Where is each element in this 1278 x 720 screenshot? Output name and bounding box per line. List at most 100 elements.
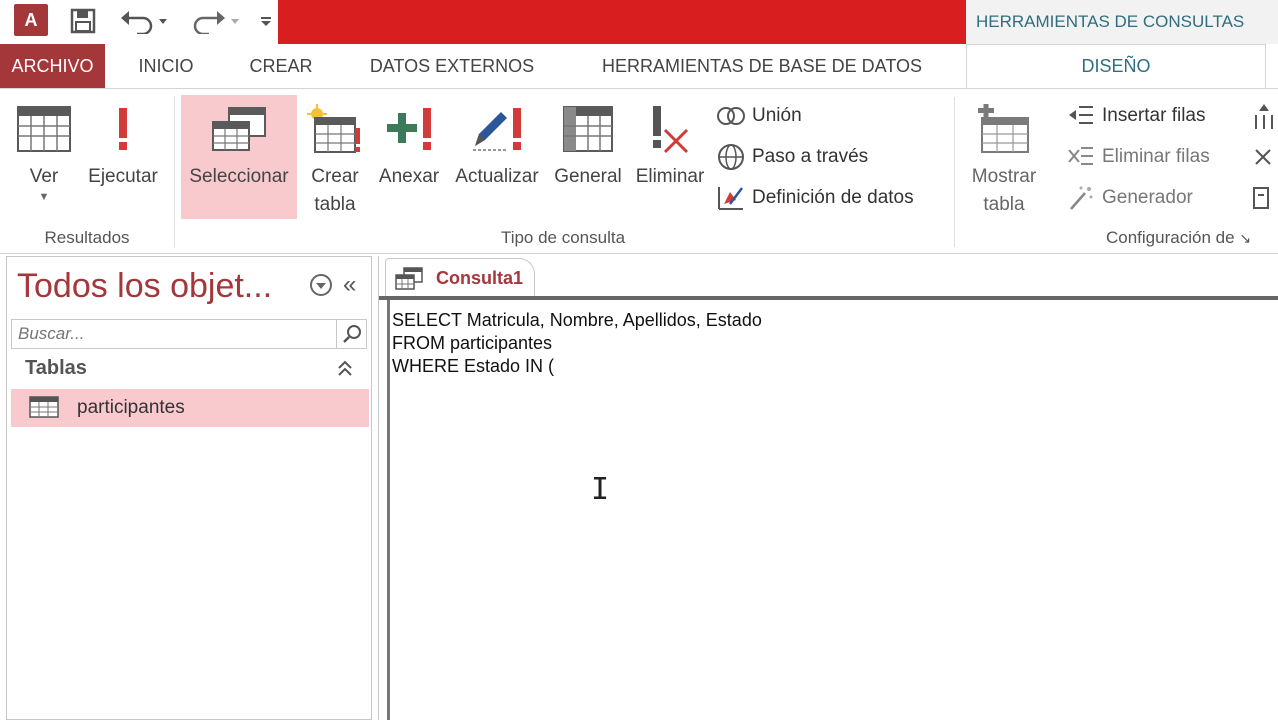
tab-datos-externos[interactable]: DATOS EXTERNOS: [352, 44, 552, 88]
delete-rows-icon: [1066, 142, 1096, 172]
data-definition-icon: [716, 183, 746, 213]
nav-item-participantes[interactable]: participantes: [11, 389, 369, 427]
tab-herramientas-bd[interactable]: HERRAMIENTAS DE BASE DE DATOS: [578, 44, 946, 88]
seleccionar-button[interactable]: Seleccionar: [181, 95, 297, 219]
nav-menu-dropdown-icon[interactable]: [309, 273, 333, 297]
select-query-icon: [181, 95, 297, 163]
group-resultados-label: Resultados: [44, 228, 130, 247]
search-icon[interactable]: [336, 320, 366, 348]
insertar-filas-label: Insertar filas: [1102, 105, 1206, 126]
builder-wand-icon: [1066, 183, 1096, 213]
paso-a-traves-button[interactable]: Paso a través: [716, 140, 868, 174]
insertar-columnas-button[interactable]: [1250, 99, 1278, 133]
crear-tabla-label-1: Crear: [311, 166, 359, 187]
tab-label: DATOS EXTERNOS: [369, 55, 535, 76]
nav-search-box: [11, 319, 367, 349]
app-logo-letter: A: [24, 9, 38, 30]
ribbon: Ver ▼ Ejecutar Resultados Seleccionar Cr…: [0, 88, 1278, 254]
actualizar-button[interactable]: Actualizar: [448, 95, 546, 219]
crear-tabla-button[interactable]: Crear tabla: [300, 95, 370, 219]
nav-item-label: participantes: [77, 397, 185, 418]
insert-columns-icon: [1250, 101, 1278, 131]
save-icon[interactable]: [66, 6, 100, 36]
union-icon: [716, 101, 746, 131]
devolver-button[interactable]: [1250, 181, 1278, 215]
datasheet-view-icon: [8, 95, 80, 163]
crear-tabla-label-2: tabla: [314, 194, 356, 215]
delete-columns-icon: [1250, 142, 1278, 172]
document-tab-label: Consulta1: [436, 268, 524, 288]
nav-group-tablas[interactable]: Tablas: [11, 355, 367, 385]
general-button[interactable]: General: [550, 95, 626, 219]
i-beam-cursor-icon: I: [591, 472, 610, 507]
group-configuracion-text: Configuración de: [1106, 228, 1235, 247]
union-button[interactable]: Unión: [716, 99, 802, 133]
generador-button[interactable]: Generador: [1066, 181, 1193, 215]
eliminar-filas-button[interactable]: Eliminar filas: [1066, 140, 1210, 174]
group-tipo-consulta-label: Tipo de consulta: [500, 228, 626, 247]
ribbon-tab-row: ARCHIVO INICIO CREAR DATOS EXTERNOS HERR…: [0, 44, 1278, 88]
tab-label: DISEÑO: [1081, 56, 1151, 76]
customize-qat-icon[interactable]: [256, 6, 276, 36]
ejecutar-label: Ejecutar: [88, 166, 158, 187]
generador-label: Generador: [1102, 187, 1193, 208]
update-query-icon: [448, 95, 546, 163]
seleccionar-label: Seleccionar: [189, 166, 289, 187]
tab-crear[interactable]: CREAR: [236, 44, 326, 88]
query-icon: [394, 267, 424, 296]
mostrar-tabla-label-1: Mostrar: [971, 166, 1037, 187]
delete-query-icon: [630, 95, 710, 163]
title-bar: A HERRAMIENTAS DE CONSULTAS: [0, 0, 1278, 44]
return-values-icon: [1250, 183, 1278, 213]
chevron-up-double-icon: [337, 359, 353, 382]
sql-line: SELECT Matricula, Nombre, Apellidos, Est…: [392, 310, 762, 330]
dialog-launcher-icon[interactable]: ↘: [1239, 230, 1251, 246]
document-tab-consulta1[interactable]: Consulta1: [385, 258, 535, 298]
ejecutar-button[interactable]: Ejecutar: [82, 95, 164, 219]
group-separator: [174, 97, 175, 247]
sql-editor[interactable]: SELECT Matricula, Nombre, Apellidos, Est…: [387, 300, 1277, 720]
tab-archivo[interactable]: ARCHIVO: [0, 44, 105, 88]
run-exclamation-icon: [82, 95, 164, 163]
sql-line: FROM participantes: [392, 333, 553, 353]
group-separator: [954, 97, 955, 247]
document-area: Consulta1 SELECT Matricula, Nombre, Apel…: [378, 256, 1278, 720]
globe-icon: [716, 142, 746, 172]
collapse-pane-icon[interactable]: «: [343, 271, 356, 299]
sql-line: WHERE Estado IN (: [392, 356, 555, 376]
navigation-pane: Todos los objet... « Tablas participante…: [6, 256, 372, 720]
make-table-icon: [300, 95, 370, 163]
tab-label: HERRAMIENTAS DE BASE DE DATOS: [601, 55, 923, 76]
nav-pane-title[interactable]: Todos los objet...: [17, 267, 272, 306]
eliminar-label: Eliminar: [635, 166, 705, 187]
redo-icon[interactable]: [188, 6, 244, 36]
title-red-banner: [278, 0, 966, 44]
anexar-label: Anexar: [378, 166, 440, 187]
ver-button[interactable]: Ver ▼: [8, 95, 80, 219]
tab-diseno[interactable]: DISEÑO: [966, 44, 1266, 88]
show-table-icon: [962, 95, 1046, 163]
nav-search-input[interactable]: [12, 320, 332, 348]
tab-label: ARCHIVO: [11, 55, 94, 76]
contextual-tab-label: HERRAMIENTAS DE CONSULTAS: [976, 12, 1245, 31]
chevron-down-icon: ▼: [38, 191, 50, 203]
crosstab-query-icon: [550, 95, 626, 163]
tab-label: INICIO: [138, 55, 194, 76]
group-configuracion-label: Configuración de ↘: [1106, 228, 1278, 248]
anexar-button[interactable]: Anexar: [374, 95, 444, 219]
general-label: General: [554, 166, 622, 187]
eliminar-button[interactable]: Eliminar: [630, 95, 710, 219]
eliminar-filas-label: Eliminar filas: [1102, 146, 1210, 167]
tab-label: CREAR: [249, 55, 313, 76]
mostrar-tabla-button[interactable]: Mostrar tabla: [962, 95, 1046, 219]
undo-icon[interactable]: [116, 6, 172, 36]
definicion-datos-button[interactable]: Definición de datos: [716, 181, 914, 215]
access-app-icon[interactable]: A: [14, 4, 48, 36]
nav-group-label: Tablas: [25, 357, 87, 379]
paso-a-traves-label: Paso a través: [752, 146, 869, 167]
tab-inicio[interactable]: INICIO: [120, 44, 212, 88]
definicion-datos-label: Definición de datos: [752, 187, 914, 208]
actualizar-label: Actualizar: [455, 166, 539, 187]
insertar-filas-button[interactable]: Insertar filas: [1066, 99, 1205, 133]
eliminar-columnas-button[interactable]: [1250, 140, 1278, 174]
